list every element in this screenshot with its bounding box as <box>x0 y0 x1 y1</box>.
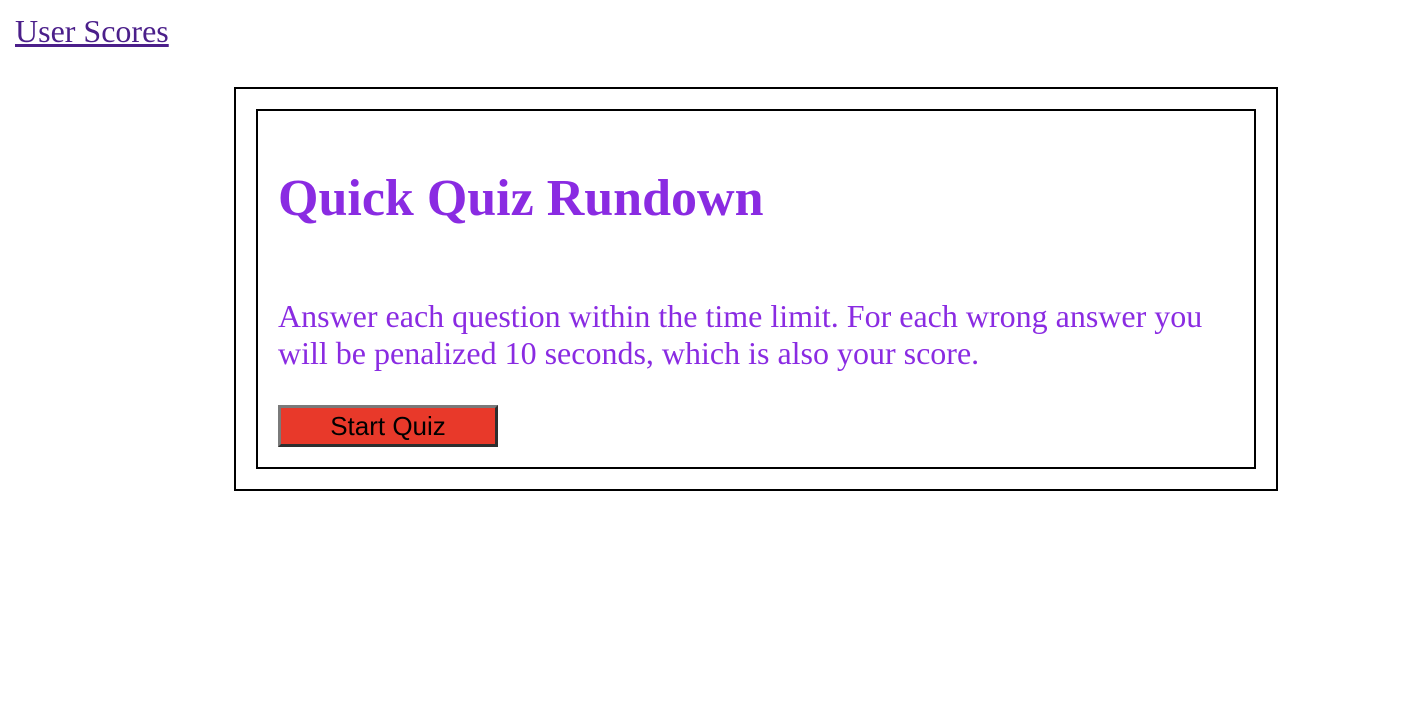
quiz-outer-container: Quick Quiz Rundown Answer each question … <box>234 87 1278 491</box>
user-scores-link[interactable]: User Scores <box>15 12 169 50</box>
quiz-instructions: Answer each question within the time lim… <box>278 298 1203 371</box>
start-quiz-button[interactable]: Start Quiz <box>278 405 498 447</box>
quiz-card: Quick Quiz Rundown Answer each question … <box>256 109 1256 469</box>
quiz-title: Quick Quiz Rundown <box>278 170 764 227</box>
